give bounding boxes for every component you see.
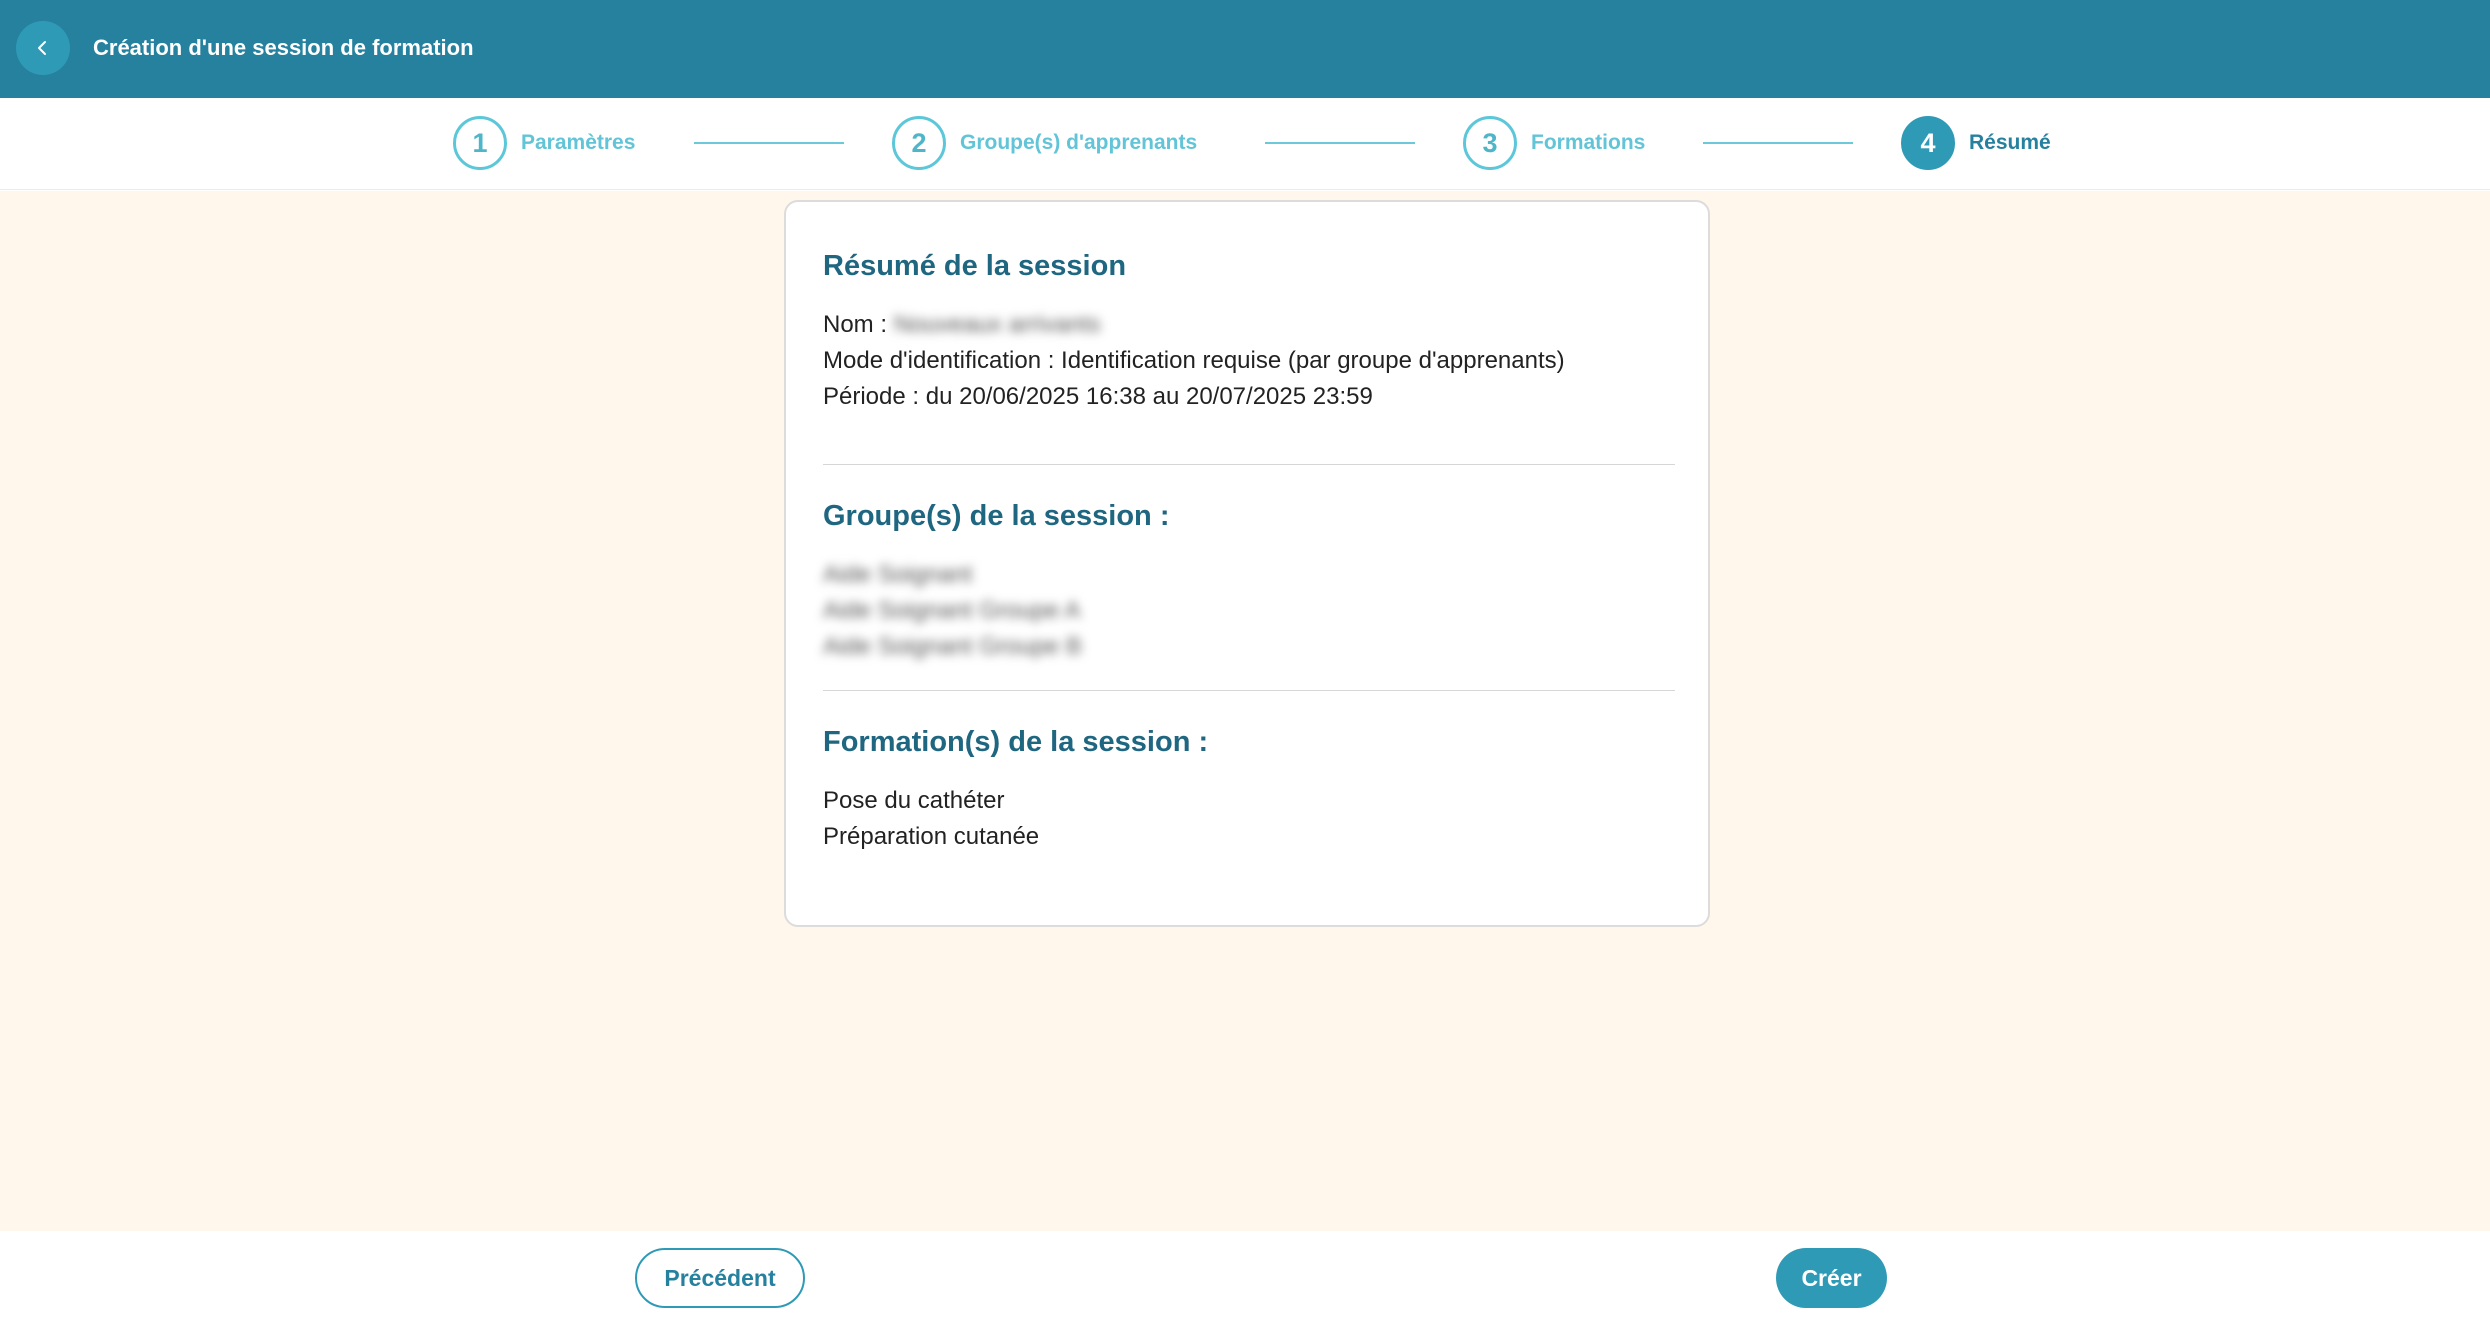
step-number: 2 — [892, 116, 946, 170]
step-parametres[interactable]: 1 Paramètres — [453, 116, 635, 170]
chevron-left-icon — [38, 41, 46, 55]
session-name-value: Nouveaux arrivants — [893, 311, 1101, 338]
step-connector — [1703, 142, 1853, 144]
divider — [823, 464, 1675, 465]
step-number: 1 — [453, 116, 507, 170]
step-resume[interactable]: 4 Résumé — [1901, 116, 2051, 170]
summary-title: Résumé de la session — [823, 250, 1127, 282]
previous-button[interactable]: Précédent — [635, 1248, 805, 1308]
step-connector — [694, 142, 844, 144]
app-header: Création d'une session de formation — [0, 0, 2490, 98]
step-label: Groupe(s) d'apprenants — [960, 131, 1198, 154]
main-content: Résumé de la session Nom : Nouveaux arri… — [0, 191, 2490, 1231]
session-period: Période : du 20/06/2025 16:38 au 20/07/2… — [823, 383, 1373, 410]
step-number: 4 — [1901, 116, 1955, 170]
group-item: Aide Soignant Groupe A — [823, 597, 1081, 624]
step-number: 3 — [1463, 116, 1517, 170]
back-button[interactable] — [16, 21, 70, 75]
session-name-line: Nom : Nouveaux arrivants — [823, 308, 1100, 342]
training-item: Pose du cathéter — [823, 787, 1005, 814]
identification-mode: Mode d'identification : Identification r… — [823, 347, 1565, 374]
trainings-title: Formation(s) de la session : — [823, 726, 1209, 758]
page-title: Création d'une session de formation — [93, 35, 474, 60]
step-connector — [1265, 142, 1415, 144]
create-button[interactable]: Créer — [1776, 1248, 1887, 1308]
group-item: Aide Soignant Groupe B — [823, 633, 1082, 660]
step-groupes[interactable]: 2 Groupe(s) d'apprenants — [892, 116, 1197, 170]
session-name-label: Nom : — [823, 311, 888, 338]
group-item: Aide Soignant — [823, 561, 973, 588]
step-label: Paramètres — [521, 131, 636, 154]
step-label: Formations — [1531, 131, 1646, 154]
step-label: Résumé — [1969, 131, 2051, 154]
step-formations[interactable]: 3 Formations — [1463, 116, 1645, 170]
footer-bar: Précédent Créer — [0, 1231, 2490, 1318]
groups-title: Groupe(s) de la session : — [823, 500, 1170, 532]
stepper: 1 Paramètres 2 Groupe(s) d'apprenants 3 … — [0, 98, 2490, 190]
divider — [823, 690, 1675, 691]
summary-card: Résumé de la session Nom : Nouveaux arri… — [784, 200, 1710, 927]
training-item: Préparation cutanée — [823, 823, 1040, 850]
